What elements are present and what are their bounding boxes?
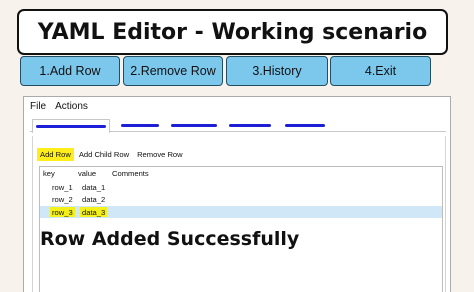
- cell-comments[interactable]: [114, 194, 118, 204]
- menu-file[interactable]: File: [30, 101, 46, 112]
- table-header: key value Comments: [40, 167, 442, 180]
- app-window: File Actions Add Row Add Child Row Remov…: [23, 96, 451, 292]
- column-header-key[interactable]: key: [43, 169, 55, 178]
- tab-redacted-1[interactable]: [32, 119, 110, 133]
- tab-redacted-3[interactable]: [168, 119, 220, 132]
- redaction-mark: [229, 124, 271, 127]
- status-message: Row Added Successfully: [40, 228, 300, 250]
- row-toolbar: Add Row Add Child Row Remove Row: [37, 144, 188, 164]
- cell-value[interactable]: data_3: [80, 207, 108, 217]
- cell-key[interactable]: row_2: [50, 194, 75, 204]
- tab-strip: [30, 119, 446, 133]
- table-row-selected[interactable]: row_3 data_3: [40, 206, 442, 218]
- cell-comments[interactable]: [114, 207, 118, 217]
- table-row[interactable]: row_2 data_2: [40, 193, 442, 205]
- redaction-mark: [285, 124, 325, 127]
- add-row-button[interactable]: Add Row: [37, 147, 74, 161]
- menu-actions[interactable]: Actions: [55, 101, 88, 112]
- tab-redacted-5[interactable]: [282, 119, 328, 132]
- cell-value[interactable]: data_1: [80, 182, 107, 192]
- redaction-mark: [121, 124, 159, 127]
- column-header-value[interactable]: value: [78, 169, 96, 178]
- tab-redacted-4[interactable]: [226, 119, 274, 132]
- tab-redacted-2[interactable]: [118, 119, 162, 132]
- nav-remove-row-button[interactable]: 2.Remove Row: [123, 56, 223, 86]
- editor-panel: Add Row Add Child Row Remove Row key val…: [32, 136, 446, 292]
- cell-value[interactable]: data_2: [80, 194, 107, 204]
- nav-exit-button[interactable]: 4.Exit: [330, 56, 431, 86]
- redaction-mark: [171, 124, 217, 127]
- cell-key[interactable]: row_3: [50, 207, 75, 217]
- table-row[interactable]: row_1 data_1: [40, 181, 442, 193]
- add-child-row-button[interactable]: Add Child Row: [76, 148, 132, 161]
- column-header-comments[interactable]: Comments: [112, 169, 149, 178]
- menu-bar: File Actions: [24, 97, 450, 115]
- page-title: YAML Editor - Working scenario: [17, 9, 448, 55]
- nav-history-button[interactable]: 3.History: [226, 56, 328, 86]
- cell-key[interactable]: row_1: [50, 182, 75, 192]
- remove-row-button[interactable]: Remove Row: [134, 148, 186, 161]
- nav-add-row-button[interactable]: 1.Add Row: [20, 56, 120, 86]
- redaction-mark: [36, 125, 106, 128]
- cell-comments[interactable]: [114, 182, 118, 192]
